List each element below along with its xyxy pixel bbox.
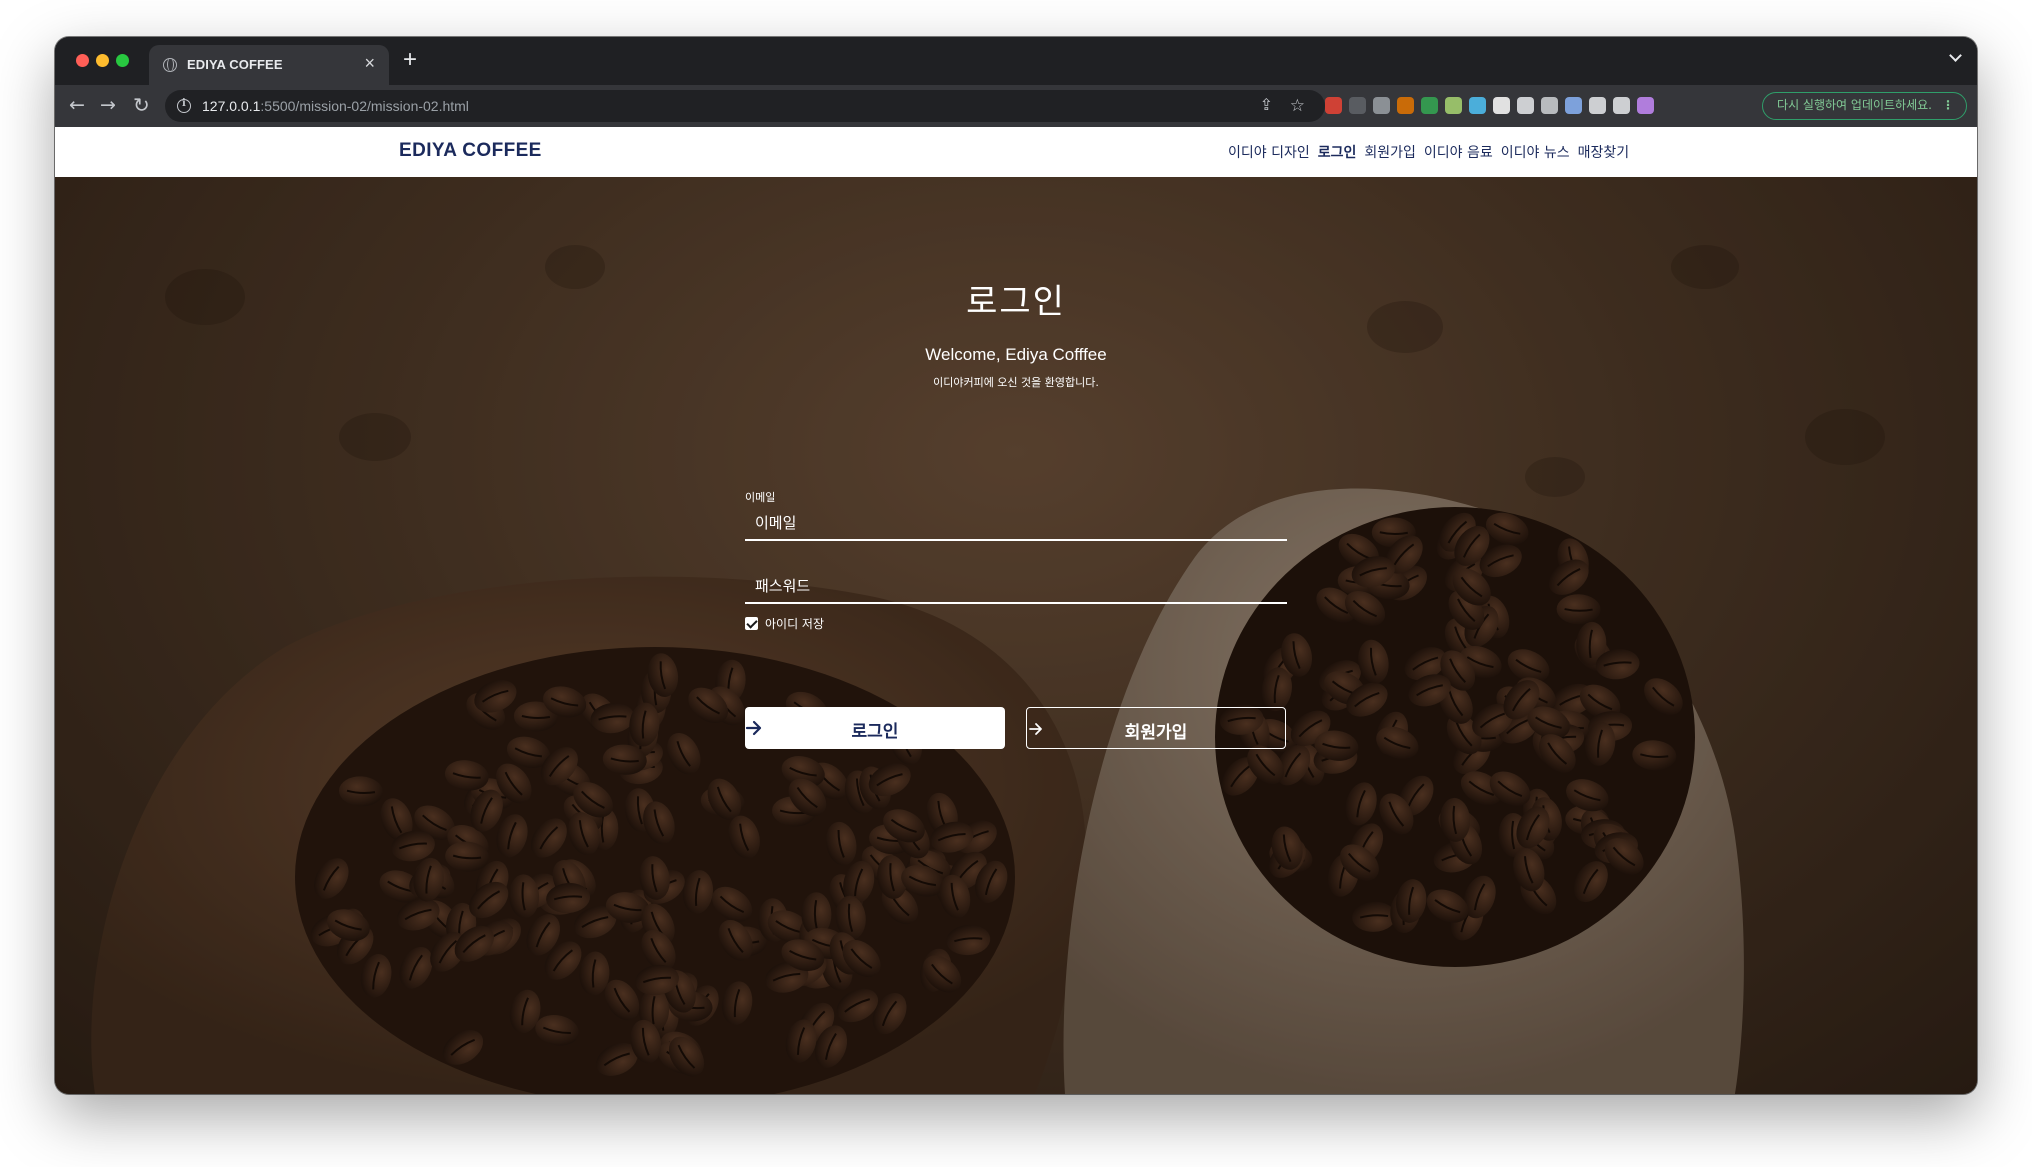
web-page: EDIYA COFFEE 이디야 디자인 로그인 회원가입 이디야 음료 이디야 뉴스 매… bbox=[55, 127, 1977, 1094]
nav-item[interactable]: 이디야 디자인 bbox=[1228, 142, 1310, 162]
update-chrome-button[interactable]: 다시 실행하여 업데이트하세요. ⋮ bbox=[1762, 92, 1967, 120]
maximize-window-button[interactable] bbox=[116, 54, 129, 67]
menu-kebab-icon[interactable]: ⋮ bbox=[1942, 93, 1954, 118]
reload-icon[interactable]: ↻ bbox=[133, 93, 150, 117]
url-text[interactable]: 127.0.0.1:5500/mission-02/mission-02.htm… bbox=[202, 98, 469, 114]
nav-item[interactable]: 로그인 bbox=[1318, 142, 1357, 162]
signup-button-label: 회원가입 bbox=[1124, 723, 1188, 743]
nav-item[interactable]: 이디야 음료 bbox=[1424, 142, 1493, 162]
extension-icon[interactable] bbox=[1589, 97, 1606, 114]
site-header: EDIYA COFFEE 이디야 디자인 로그인 회원가입 이디야 음료 이디야 뉴스 매… bbox=[55, 127, 1977, 177]
tab-search-chevron-icon[interactable] bbox=[1949, 51, 1961, 63]
password-input[interactable] bbox=[745, 570, 1287, 602]
arrow-right-icon bbox=[745, 720, 762, 736]
globe-icon bbox=[163, 58, 177, 72]
tab-title: EDIYA COFFEE bbox=[187, 57, 283, 72]
extension-icon[interactable] bbox=[1445, 97, 1462, 114]
extension-icon[interactable] bbox=[1565, 97, 1582, 114]
forward-arrow-icon[interactable]: → bbox=[100, 93, 116, 117]
extension-icon[interactable] bbox=[1469, 97, 1486, 114]
extension-icon[interactable] bbox=[1325, 97, 1342, 114]
login-button[interactable]: 로그인 bbox=[745, 707, 1005, 749]
address-bar[interactable]: 127.0.0.1:5500/mission-02/mission-02.htm… bbox=[165, 90, 1325, 122]
browser-window: EDIYA COFFEE × + ← → ↻ 127.0.0.1:5500/mi… bbox=[55, 37, 1977, 1094]
browser-tab[interactable]: EDIYA COFFEE × bbox=[149, 45, 389, 85]
share-icon[interactable]: ⇪ bbox=[1260, 96, 1273, 116]
main-nav: 이디야 디자인 로그인 회원가입 이디야 음료 이디야 뉴스 매장찾기 bbox=[1228, 142, 1629, 162]
remember-label: 아이디 저장 bbox=[765, 617, 825, 631]
welcome-text: Welcome, Ediya Cofffee bbox=[925, 345, 1107, 364]
extension-icon[interactable] bbox=[1397, 97, 1414, 114]
extension-icon[interactable] bbox=[1637, 97, 1654, 114]
update-label: 다시 실행하여 업데이트하세요. bbox=[1777, 98, 1932, 112]
password-field-wrapper bbox=[745, 570, 1287, 604]
bookmark-star-icon[interactable]: ☆ bbox=[1290, 96, 1305, 116]
nav-item[interactable]: 매장찾기 bbox=[1578, 142, 1630, 162]
tab-strip: EDIYA COFFEE × + bbox=[55, 37, 1977, 85]
url-path: :5500/mission-02/mission-02.html bbox=[260, 98, 469, 114]
new-tab-button[interactable]: + bbox=[403, 46, 417, 74]
site-info-icon[interactable] bbox=[177, 98, 191, 113]
nav-item[interactable]: 회원가입 bbox=[1364, 142, 1416, 162]
browser-toolbar: ← → ↻ 127.0.0.1:5500/mission-02/mission-… bbox=[55, 85, 1977, 127]
back-arrow-icon[interactable]: ← bbox=[69, 93, 85, 117]
email-label: 이메일 bbox=[745, 491, 776, 504]
minimize-window-button[interactable] bbox=[96, 54, 109, 67]
login-title: 로그인 bbox=[966, 282, 1066, 322]
extension-icon[interactable] bbox=[1613, 97, 1630, 114]
tab-close-icon[interactable]: × bbox=[364, 54, 375, 72]
login-button-label: 로그인 bbox=[851, 722, 899, 742]
extension-icon[interactable] bbox=[1517, 97, 1534, 114]
close-window-button[interactable] bbox=[76, 54, 89, 67]
extension-icon[interactable] bbox=[1421, 97, 1438, 114]
signup-button[interactable]: 회원가입 bbox=[1026, 707, 1286, 749]
email-input[interactable] bbox=[745, 507, 1287, 539]
login-hero: 로그인 Welcome, Ediya Cofffee 이디야커피에 오신 것을 … bbox=[55, 177, 1977, 1094]
welcome-subtext: 이디야커피에 오신 것을 환영합니다. bbox=[933, 376, 1099, 389]
extension-icon[interactable] bbox=[1493, 97, 1510, 114]
extension-icon[interactable] bbox=[1349, 97, 1366, 114]
nav-item[interactable]: 이디야 뉴스 bbox=[1501, 142, 1570, 162]
site-logo[interactable]: EDIYA COFFEE bbox=[399, 140, 542, 162]
extension-icon[interactable] bbox=[1373, 97, 1390, 114]
remember-checkbox[interactable] bbox=[745, 617, 758, 630]
remember-id[interactable]: 아이디 저장 bbox=[745, 615, 824, 632]
url-host: 127.0.0.1 bbox=[202, 98, 261, 114]
arrow-right-icon bbox=[1029, 723, 1042, 735]
email-field-wrapper bbox=[745, 507, 1287, 541]
extension-icon[interactable] bbox=[1541, 97, 1558, 114]
